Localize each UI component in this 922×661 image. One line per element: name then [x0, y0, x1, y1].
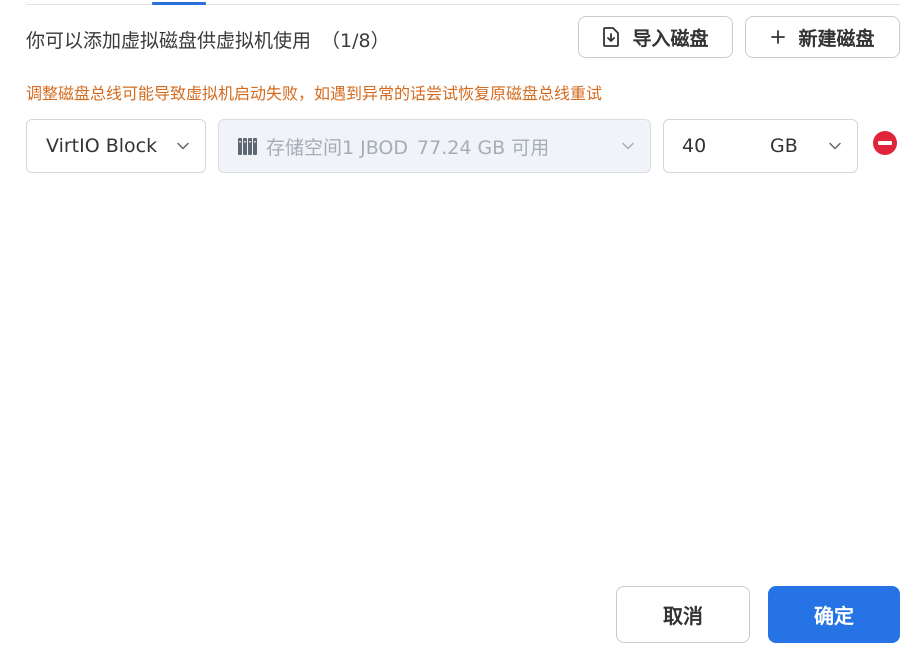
bus-change-warning: 调整磁盘总线可能导致虚拟机启动失败，如遇到异常的话尝试恢复原磁盘总线重试: [26, 84, 603, 103]
chevron-down-icon: [177, 142, 189, 150]
storage-pool-value: 存储空间1 JBOD 77.24 GB 可用: [266, 133, 549, 160]
confirm-label: 确定: [814, 604, 854, 628]
disk-bus-value: VirtIO Block: [46, 135, 158, 157]
storage-pool-available: 77.24 GB 可用: [417, 136, 550, 159]
new-disk-label: 新建磁盘: [798, 27, 875, 50]
disk-count: （1/8）: [321, 30, 390, 52]
import-disk-button[interactable]: 导入磁盘: [578, 16, 733, 58]
confirm-button[interactable]: 确定: [768, 586, 900, 643]
add-virtual-disk-panel: 你可以添加虚拟磁盘供虚拟机使用 （1/8） 导入磁盘 新建磁盘 调整磁盘总线可能导…: [0, 0, 922, 661]
storage-pool-select[interactable]: 存储空间1 JBOD 77.24 GB 可用: [218, 119, 651, 173]
import-file-icon: [602, 27, 620, 47]
cancel-label: 取消: [663, 604, 703, 628]
disk-size-field[interactable]: 40 GB: [663, 119, 858, 173]
disk-description: 你可以添加虚拟磁盘供虚拟机使用 （1/8）: [26, 26, 390, 53]
disk-size-input[interactable]: 40: [682, 135, 770, 157]
disk-description-text: 你可以添加虚拟磁盘供虚拟机使用: [26, 30, 312, 52]
disk-size-unit[interactable]: GB: [770, 135, 798, 157]
chevron-down-icon: [622, 142, 634, 150]
new-disk-button[interactable]: 新建磁盘: [745, 16, 900, 58]
cancel-button[interactable]: 取消: [616, 586, 750, 643]
active-tab-indicator: [152, 2, 206, 5]
remove-circle-icon[interactable]: [873, 131, 897, 155]
plus-icon: [770, 29, 786, 45]
storage-pool-name: 存储空间1 JBOD: [266, 136, 409, 159]
chevron-down-icon: [829, 142, 841, 150]
storage-pool-icon: [238, 137, 257, 155]
import-disk-label: 导入磁盘: [632, 27, 709, 50]
disk-bus-select[interactable]: VirtIO Block: [26, 119, 206, 173]
